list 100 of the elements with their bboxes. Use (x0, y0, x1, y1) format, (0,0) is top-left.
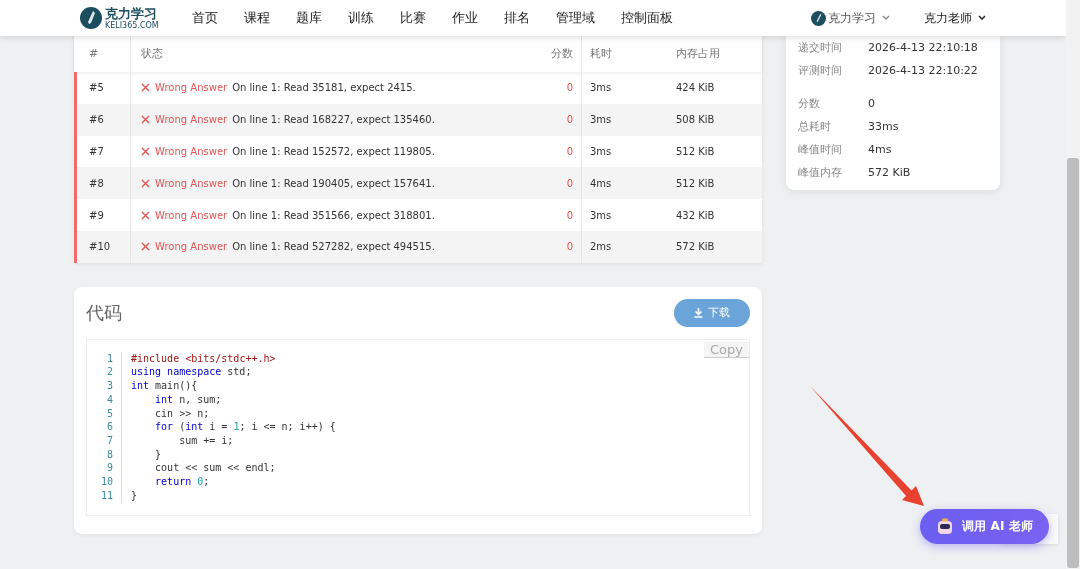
chevron-down-icon (882, 15, 890, 21)
judge-message: On line 1: Read 351566, expect 318801. (232, 209, 435, 221)
code-line: cin >> n; (154, 406, 210, 421)
nav-link[interactable]: 控制面板 (620, 9, 673, 27)
line-number: 7 (87, 434, 122, 448)
code-line: for (int i = 1; i <= n; i++) { (154, 420, 336, 434)
line-number: 4 (87, 392, 122, 407)
case-number: #9 (77, 199, 131, 231)
info-label: 评测时间 (798, 63, 843, 78)
cross-icon (141, 147, 150, 156)
time-cell-text: 3ms (589, 81, 613, 96)
cross-icon (141, 115, 150, 125)
time-cell-text: 3ms (589, 113, 613, 128)
verdict-label: Wrong Answer (155, 114, 228, 126)
code-line: int n, sum; (154, 392, 222, 407)
cross-icon (141, 242, 150, 252)
verdict-label: Wrong Answer (155, 209, 228, 221)
info-value: 2026-4-13 22:10:18 (868, 41, 978, 54)
time-cell-text: 3ms (589, 208, 613, 223)
info-value: 33ms (868, 120, 899, 133)
info-label: 峰值时间 (798, 142, 843, 157)
score-cell: 0 (522, 167, 582, 200)
info-label: 分数 (798, 96, 821, 111)
column-header: 状态 (140, 45, 164, 62)
nav-link[interactable]: 训练 (347, 9, 374, 27)
column-header: # (77, 34, 131, 72)
info-label: 总耗时 (798, 119, 832, 134)
info-label: 递交时间 (798, 40, 843, 55)
user-menu[interactable]: 克力老师 (924, 9, 986, 27)
code-line: #include <bits/stdc++.h> (130, 351, 276, 366)
score-cell: 0 (522, 231, 582, 263)
domain-icon (811, 10, 826, 26)
nav-link[interactable]: 管理域 (555, 9, 595, 27)
nav-link[interactable]: 作业 (451, 9, 478, 27)
line-number: 5 (87, 406, 122, 421)
case-number: #10 (77, 231, 131, 263)
logo-icon (80, 7, 102, 29)
line-number: 2 (87, 365, 122, 380)
line-number: 8 (87, 447, 122, 462)
verdict-label: Wrong Answer (155, 177, 228, 189)
nav-link[interactable]: 排名 (503, 9, 530, 27)
time-cell-text: 2ms (589, 240, 613, 255)
info-value: 4ms (868, 143, 892, 156)
line-number: 10 (87, 475, 122, 489)
judge-message: On line 1: Read 152572, expect 119805. (232, 146, 435, 157)
column-header: 分数 (522, 34, 582, 72)
verdict-label: Wrong Answer (155, 82, 228, 94)
memory-cell-text: 512 KiB (676, 176, 716, 191)
column-header: 内存占用 (676, 45, 721, 62)
memory-cell-text: 572 KiB (676, 240, 716, 255)
line-number: 6 (87, 420, 122, 434)
section-title: 代码 (86, 300, 122, 325)
judge-message: On line 1: Read 168227, expect 135460. (232, 114, 435, 126)
score-cell: 0 (522, 72, 582, 104)
info-value: 2026-4-13 22:10:22 (868, 64, 978, 77)
line-number: 3 (87, 379, 122, 393)
cross-icon (141, 83, 150, 93)
score-cell: 0 (522, 199, 582, 231)
column-header: 耗时 (589, 45, 613, 62)
nav-link[interactable]: 课程 (243, 9, 270, 27)
line-number: 9 (87, 461, 122, 476)
ai-teacher-button[interactable]: 调用 AI 老师 (920, 509, 1049, 544)
judge-message: On line 1: Read 35181, expect 2415. (232, 82, 416, 94)
cross-icon (141, 178, 150, 188)
verdict-label: Wrong Answer (155, 146, 228, 157)
chevron-down-icon (978, 15, 986, 21)
memory-cell-text: 512 KiB (676, 145, 716, 159)
domain-menu[interactable]: 克力学习 (828, 9, 890, 27)
cross-icon (141, 210, 150, 220)
memory-cell-text: 432 KiB (676, 208, 716, 223)
logo-title: 克力学习 (105, 6, 158, 20)
nav-link[interactable]: 首页 (191, 9, 218, 27)
memory-cell-text: 508 KiB (676, 113, 716, 128)
line-number: 1 (87, 351, 122, 366)
info-value: 572 KiB (868, 166, 911, 179)
time-cell-text: 4ms (589, 176, 613, 191)
time-cell-text: 3ms (589, 145, 613, 159)
download-icon (694, 307, 703, 318)
case-number: #8 (77, 167, 131, 200)
case-number: #5 (77, 72, 131, 104)
robot-icon (936, 517, 955, 536)
logo-domain: KELI365.COM (105, 21, 159, 30)
code-line: return 0; (154, 475, 210, 489)
info-label: 峰值内存 (798, 165, 843, 180)
code-line: cout << sum << endl; (154, 461, 276, 476)
judge-message: On line 1: Read 527282, expect 494515. (232, 241, 435, 253)
info-value: 0 (868, 97, 875, 110)
code-line: } (154, 447, 162, 462)
nav-link[interactable]: 比赛 (399, 9, 426, 27)
case-number: #6 (77, 103, 131, 136)
code-line: } (130, 488, 138, 503)
code-line: using namespace std; (130, 365, 252, 380)
judge-message: On line 1: Read 190405, expect 157641. (232, 177, 435, 189)
code-line: sum += i; (178, 434, 234, 448)
score-cell: 0 (522, 103, 582, 136)
code-line: int main(){ (130, 379, 198, 393)
nav-link[interactable]: 题库 (295, 9, 322, 27)
line-number: 11 (87, 488, 122, 503)
verdict-label: Wrong Answer (155, 241, 228, 253)
memory-cell-text: 424 KiB (676, 81, 716, 96)
